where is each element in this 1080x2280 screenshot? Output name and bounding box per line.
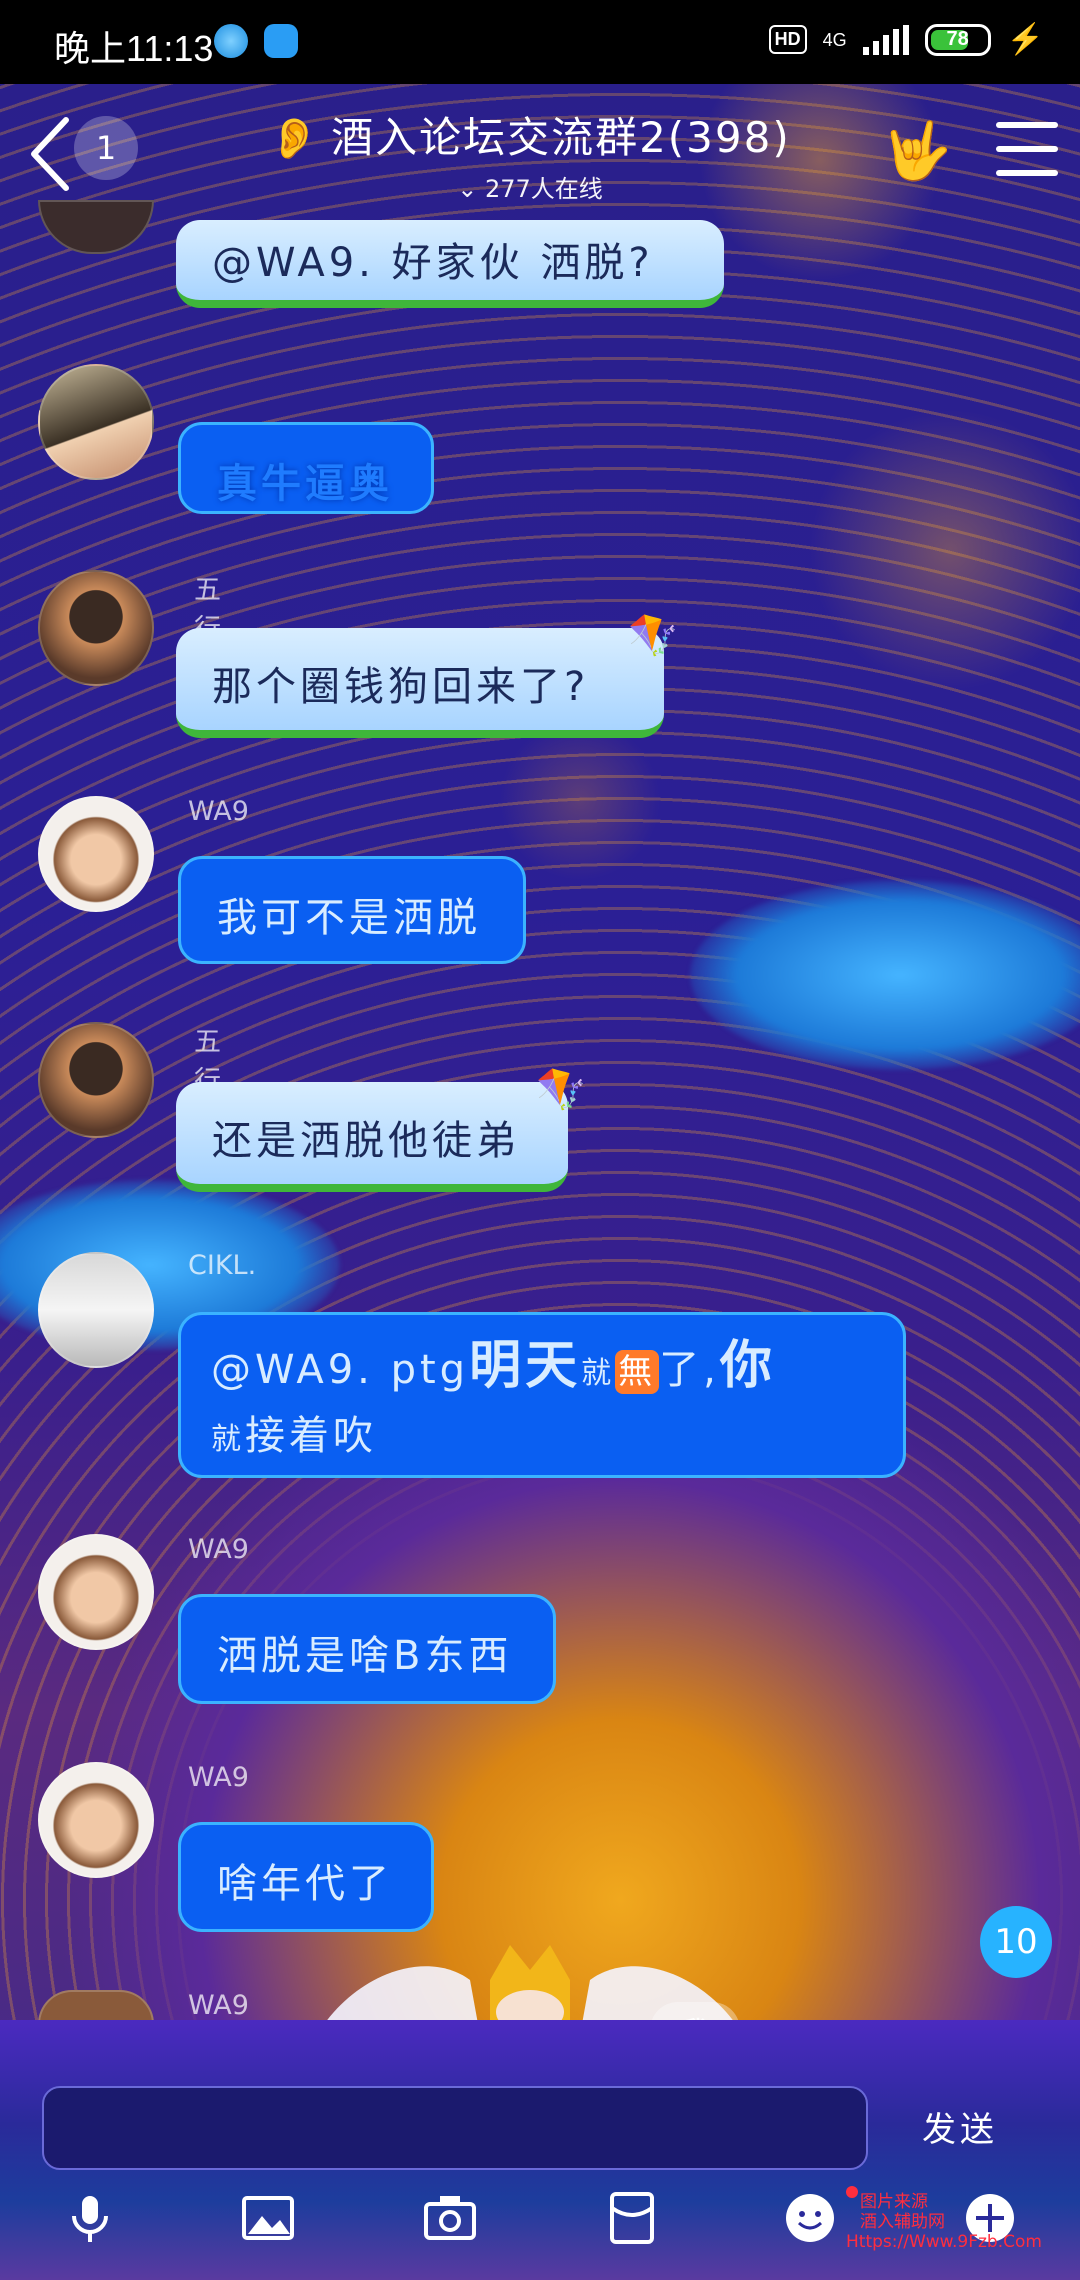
back-icon[interactable] — [22, 114, 82, 194]
chat-title-area[interactable]: 👂 酒入论坛交流群2(398) ⌄ 277人在线 — [250, 104, 810, 204]
message-text: @WA9. ptg — [211, 1347, 470, 1393]
menu-icon[interactable] — [996, 122, 1058, 194]
message-text: 接着吹 — [245, 1413, 377, 1459]
kite-decoration-icon: 🪁 — [536, 1067, 586, 1113]
sender-name: WA9 — [188, 1990, 249, 2021]
status-time: 晚上11:13 — [54, 28, 214, 69]
avatar[interactable] — [38, 1534, 154, 1650]
battery-icon: 78 — [924, 23, 991, 56]
message-text: 明天 — [469, 1336, 582, 1396]
message-text: 就 — [581, 1356, 616, 1391]
message-bubble[interactable]: @WA9. 好家伙 洒脱? — [176, 220, 724, 308]
watermark: 图片来源 酒入辅助网 Https://Www.9Fzb.Com — [846, 2192, 1042, 2252]
message-text: 了, — [659, 1347, 720, 1393]
new-message-badge[interactable]: 10 — [980, 1906, 1052, 1978]
watermark-line: 酒入辅助网 — [860, 2212, 945, 2232]
message-bubble[interactable]: 那个圈钱狗回来了? — [176, 628, 664, 738]
message-bubble[interactable]: 还是洒脱他徒弟 — [176, 1082, 568, 1192]
message-text: 你 — [719, 1336, 776, 1396]
chevron-down-icon: ⌄ — [457, 175, 485, 203]
signal-icon — [862, 24, 909, 55]
avatar[interactable] — [38, 570, 154, 686]
avatar[interactable] — [38, 1252, 154, 1368]
kite-decoration-icon: 🪁 — [628, 613, 678, 659]
unread-count-badge[interactable]: 1 — [74, 116, 138, 180]
status-bar: 晚上11:13 HD 4G 78 ⚡ — [0, 0, 1080, 84]
app-notification-icon — [214, 24, 248, 58]
message-bubble[interactable]: 真牛逼奥 — [178, 422, 434, 514]
image-icon[interactable] — [240, 2190, 296, 2246]
avatar[interactable] — [38, 1762, 154, 1878]
avatar[interactable] — [38, 796, 154, 912]
message-bubble[interactable]: @WA9. ptg明天就無了,你 就接着吹 — [178, 1312, 906, 1478]
emoji-icon[interactable] — [782, 2190, 838, 2246]
sender-name: CIKL. — [188, 1250, 257, 1281]
watermark-line: 图片来源 — [860, 2192, 928, 2212]
wu-emoji-icon: 無 — [615, 1350, 660, 1394]
message-text: 就 — [211, 1422, 245, 1457]
sender-name: WA9 — [188, 796, 249, 827]
avatar[interactable] — [38, 364, 154, 480]
message-input[interactable] — [42, 2086, 868, 2170]
message-bubble[interactable]: 啥年代了 — [178, 1822, 434, 1932]
sender-name: WA9 — [188, 1762, 249, 1793]
message-bubble[interactable]: 洒脱是啥B东西 — [178, 1594, 556, 1704]
app-notification-icon — [264, 24, 298, 58]
microphone-icon[interactable] — [62, 2190, 118, 2246]
hd-icon: HD — [768, 25, 807, 54]
network-label: 4G — [822, 29, 847, 50]
chat-header: 1 👂 酒入论坛交流群2(398) ⌄ 277人在线 🤟 — [0, 84, 1080, 220]
red-packet-icon[interactable] — [604, 2190, 660, 2246]
online-count: 277人在线 — [484, 175, 603, 203]
send-button[interactable]: 发送 — [900, 2098, 1020, 2154]
watermark-line: Https://Www.9Fzb.Com — [846, 2232, 1042, 2252]
ear-icon: 👂 — [269, 116, 322, 162]
battery-level: 78 — [946, 28, 969, 50]
sender-name: WA9 — [188, 1534, 249, 1565]
charging-icon: ⚡ — [1006, 23, 1044, 56]
hand-gesture-icon[interactable]: 🤟 — [882, 118, 952, 184]
avatar[interactable] — [38, 1022, 154, 1138]
group-title: 酒入论坛交流群2(398) — [331, 113, 791, 162]
camera-icon[interactable] — [422, 2190, 478, 2246]
message-bubble[interactable]: 我可不是洒脱 — [178, 856, 526, 964]
avatar[interactable] — [38, 1990, 154, 2024]
